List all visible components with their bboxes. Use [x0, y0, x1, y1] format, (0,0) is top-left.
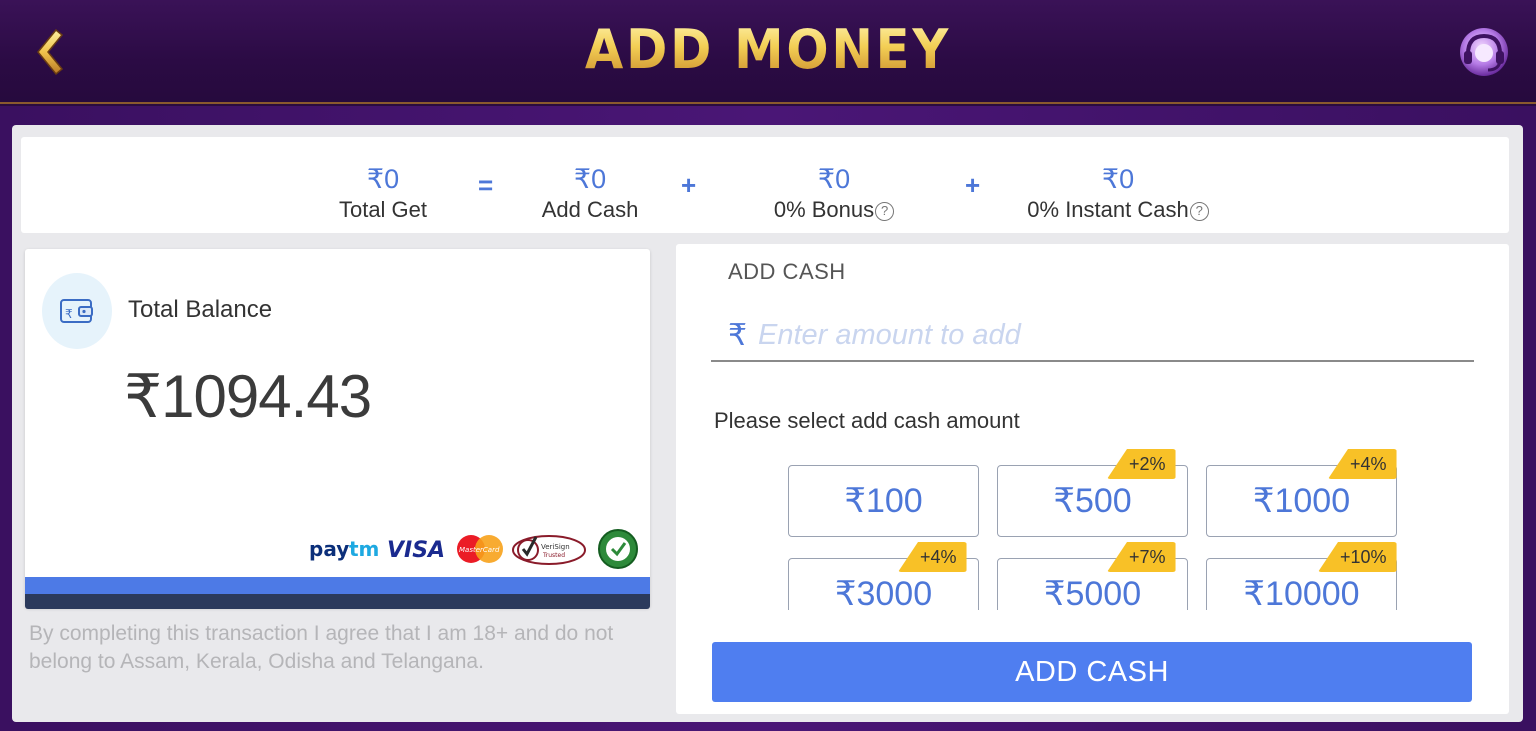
card-footer-bar [25, 594, 650, 609]
svg-text:VISA: VISA [387, 538, 445, 562]
card-accent-bar [25, 577, 650, 594]
bonus-tag: +7% [1107, 542, 1176, 572]
instant-cash-value: ₹0 [1101, 164, 1135, 194]
help-icon[interactable]: ? [875, 202, 895, 221]
total-balance-label: Total Balance [128, 296, 273, 323]
age-disclaimer: By completing this transaction I agree t… [29, 622, 614, 673]
support-button[interactable] [1456, 24, 1512, 80]
svg-text:tm: tm [349, 537, 379, 561]
svg-text:VeriSign: VeriSign [541, 543, 570, 551]
bonus-label: 0% Bonus [773, 197, 875, 222]
summary-total-get: ₹0 Total Get [330, 162, 436, 224]
rupee-prefix: ₹ [728, 318, 748, 352]
amount-options: ₹100 ₹500 +2% ₹1000 +4% ₹3000 +4% ₹5000 … [776, 447, 1416, 610]
bonus-label-row: 0% Bonus? [762, 196, 906, 224]
total-get-label: Total Get [338, 197, 428, 222]
verisign-logo: VeriSign Trusted [512, 535, 586, 565]
amount-field: ₹ [711, 310, 1474, 362]
mastercard-logo: MasterCard [457, 535, 503, 563]
bonus-tag: +4% [1328, 449, 1397, 479]
instant-cash-label: 0% Instant Cash [1027, 197, 1189, 222]
top-bar: ADD MONEY [0, 0, 1536, 104]
amount-option-100[interactable]: ₹100 [788, 465, 979, 537]
visa-logo: VISA [387, 538, 445, 562]
bonus-tag: +2% [1107, 449, 1176, 479]
summary-instant-cash: ₹0 0% Instant Cash? [1012, 162, 1224, 224]
add-cash-title: ADD CASH [728, 259, 846, 284]
svg-text:MasterCard: MasterCard [459, 546, 500, 554]
summary-bonus: ₹0 0% Bonus? [762, 162, 906, 224]
svg-text:pay: pay [309, 537, 349, 561]
help-icon[interactable]: ? [1189, 202, 1209, 221]
svg-text:₹: ₹ [65, 307, 73, 321]
add-cash-button[interactable]: ADD CASH [712, 642, 1472, 702]
svg-text:Trusted: Trusted [542, 552, 565, 559]
amount-input[interactable] [758, 313, 1448, 357]
wallet-icon-badge: ₹ [42, 273, 112, 349]
wallet-icon: ₹ [60, 299, 93, 323]
total-get-value: ₹0 [366, 164, 400, 194]
summary-add-cash: ₹0 Add Cash [532, 162, 648, 224]
instant-cash-label-row: 0% Instant Cash? [1012, 196, 1224, 224]
page-title: ADD MONEY [61, 18, 1474, 81]
payment-logos: pay tm VISA MasterCard VeriSign Trusted [309, 528, 641, 570]
bonus-tag: +10% [1318, 542, 1397, 572]
select-amount-label: Please select add cash amount [714, 408, 1020, 433]
plus-sign: + [965, 170, 981, 200]
chevron-left-icon [37, 28, 64, 76]
plus-sign: + [681, 170, 697, 200]
paytm-logo: pay tm [309, 537, 379, 561]
equals-sign: = [478, 170, 494, 200]
add-cash-value: ₹0 [573, 164, 607, 194]
add-cash-label: Add Cash [541, 197, 639, 222]
total-balance-amount: ₹1094.43 [124, 363, 372, 430]
bonus-value: ₹0 [817, 164, 851, 194]
bonus-tag: +4% [898, 542, 967, 572]
headset-support-icon [1460, 28, 1508, 76]
secure-seal-icon [598, 529, 638, 569]
